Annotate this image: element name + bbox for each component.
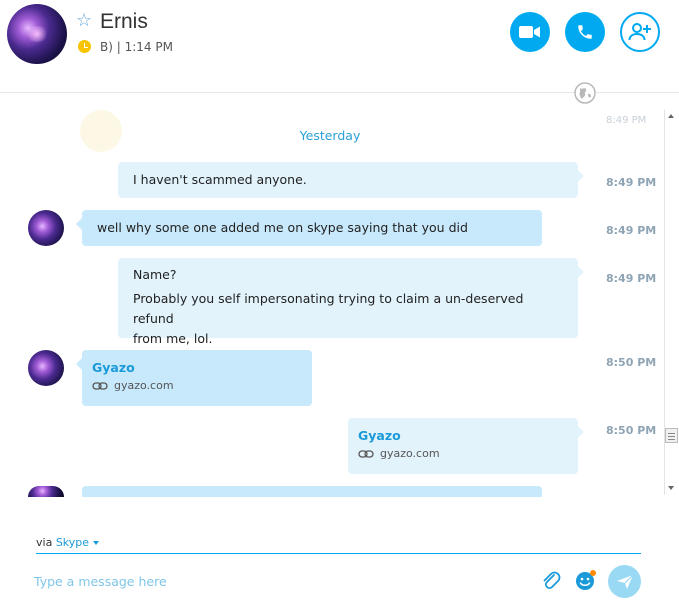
composer-underline [36, 553, 641, 554]
paperclip-icon[interactable] [540, 570, 562, 592]
via-label: via [36, 536, 53, 549]
add-people-button[interactable] [620, 12, 660, 52]
phone-icon [578, 25, 592, 39]
via-selector[interactable]: via Skype [36, 536, 100, 549]
status-text: B) | 1:14 PM [100, 40, 173, 54]
link-title[interactable]: Gyazo [358, 426, 568, 446]
contact-avatar-small[interactable] [28, 350, 64, 386]
link-icon [358, 450, 374, 458]
scroll-down-arrow-icon[interactable] [668, 486, 674, 490]
contact-avatar-small[interactable] [28, 210, 64, 246]
scroll-up-arrow-icon[interactable] [668, 114, 674, 118]
link-url: gyazo.com [114, 379, 174, 392]
chevron-down-icon[interactable] [93, 541, 100, 545]
conversation-header: ☆ Ernis B) | 1:14 PM [0, 0, 679, 92]
video-camera-icon [519, 26, 540, 38]
message-time: 8:50 PM [606, 356, 657, 369]
link-url: gyazo.com [380, 447, 440, 460]
message-input[interactable] [34, 568, 514, 594]
send-button[interactable] [608, 565, 641, 598]
contact-name[interactable]: Ernis [100, 10, 148, 34]
send-arrow-icon [616, 574, 633, 589]
link-url-row[interactable]: gyazo.com [358, 446, 568, 462]
globe-icon[interactable] [574, 82, 596, 104]
favorite-star-icon[interactable]: ☆ [76, 12, 92, 30]
scrollbar-thumb[interactable] [665, 428, 678, 443]
message-text: well why some one added me on skype sayi… [97, 220, 468, 235]
message-line: from me, lol. [133, 331, 213, 346]
message-time: 8:49 PM [606, 115, 647, 126]
message-bubble-incoming[interactable] [82, 486, 542, 497]
message-time: 8:49 PM [606, 224, 657, 237]
link-icon [92, 382, 108, 390]
away-status-icon [78, 40, 91, 53]
message-text: I haven't scammed anyone. [133, 172, 307, 187]
link-title[interactable]: Gyazo [92, 358, 302, 378]
via-service[interactable]: Skype [56, 536, 89, 549]
contact-avatar[interactable] [7, 4, 67, 64]
message-bubble-outgoing[interactable]: I haven't scammed anyone. [118, 162, 584, 198]
message-time: 8:49 PM [606, 272, 657, 285]
message-line: Name? [133, 267, 177, 282]
message-time: 8:50 PM [606, 424, 657, 437]
message-line: Probably you self impersonating trying t… [133, 291, 524, 326]
link-url-row[interactable]: gyazo.com [92, 378, 302, 394]
link-preview-outgoing[interactable]: Gyazo gyazo.com [348, 418, 584, 474]
audio-call-button[interactable] [565, 12, 605, 52]
message-bubble-outgoing[interactable]: Name? Probably you self impersonating tr… [118, 258, 584, 346]
emoticon-icon[interactable] [574, 568, 598, 592]
message-time: 8:49 PM [606, 176, 657, 189]
video-call-button[interactable] [510, 12, 550, 52]
link-preview-incoming[interactable]: Gyazo gyazo.com [76, 350, 312, 406]
contact-avatar-small[interactable] [28, 486, 64, 497]
add-person-icon [628, 23, 651, 41]
day-separator: Yesterday [299, 128, 361, 143]
faded-emoticon [80, 110, 122, 152]
message-bubble-incoming[interactable]: well why some one added me on skype sayi… [76, 210, 542, 246]
